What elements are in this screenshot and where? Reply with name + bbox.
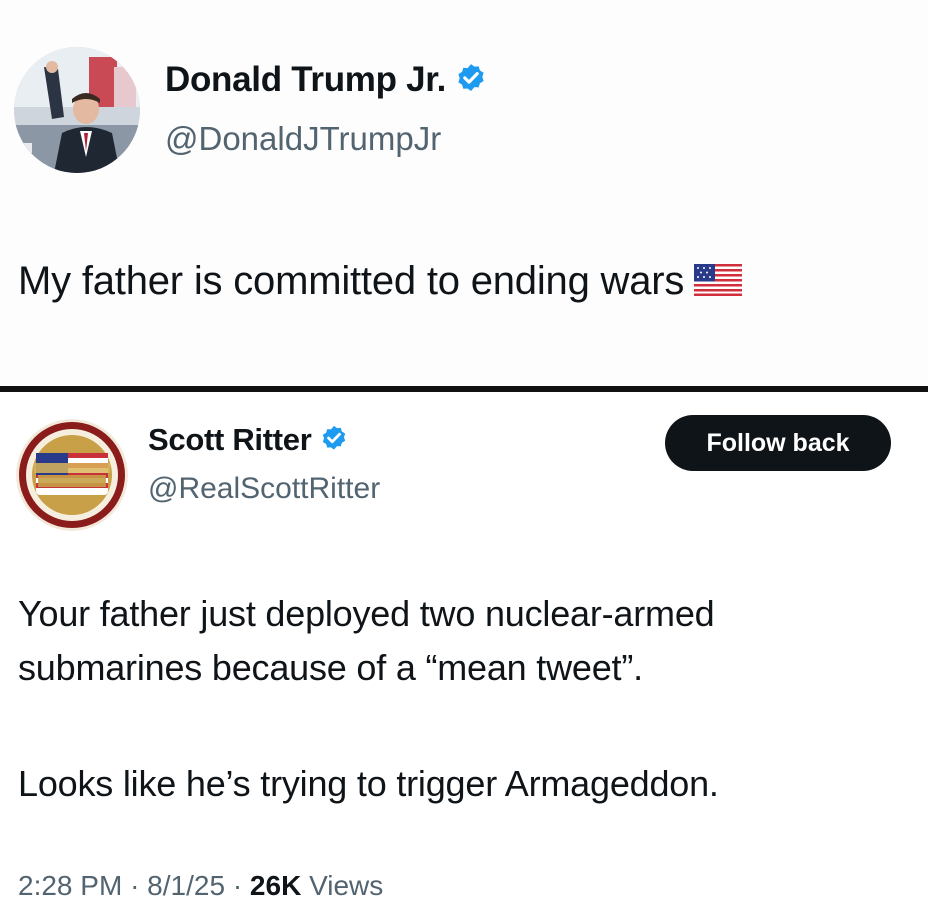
follow-back-button[interactable]: Follow back [665, 415, 891, 471]
verified-badge-icon [323, 426, 346, 450]
avatar[interactable] [14, 47, 140, 173]
author-handle[interactable]: @DonaldJTrumpJr [165, 120, 441, 158]
author-handle[interactable]: @RealScottRitter [148, 472, 380, 506]
top-tweet: Donald Trump Jr. @DonaldJTrumpJr My fath… [0, 0, 928, 386]
tweet-text-paragraph: Looks like he’s trying to trigger Armage… [18, 763, 719, 804]
avatar-photo [14, 47, 140, 173]
views-count[interactable]: 26K [250, 870, 301, 897]
tweet-text-content: My father is committed to ending wars [18, 259, 685, 303]
author-name-text: Donald Trump Jr. [165, 60, 447, 99]
tweet-time[interactable]: 2:28 PM [18, 870, 122, 897]
tweet-text: My father is committed to ending wars [18, 256, 923, 306]
meta-separator: · [130, 870, 140, 897]
tweet-text-paragraph: Your father just deployed two nuclear-ar… [18, 593, 715, 688]
avatar[interactable] [16, 419, 128, 531]
meta-separator: · [232, 870, 243, 897]
views-label: Views [309, 870, 384, 897]
verified-badge-icon [458, 63, 484, 91]
operation-dawn-logo-icon [16, 419, 128, 531]
author-name[interactable]: Scott Ritter [148, 422, 349, 458]
screenshot-composite: Donald Trump Jr. @DonaldJTrumpJr My fath… [0, 0, 928, 897]
author-name[interactable]: Donald Trump Jr. [165, 60, 488, 100]
us-flag-icon [694, 264, 743, 297]
tweet-date[interactable]: 8/1/25 [147, 870, 225, 897]
reply-tweet: Scott Ritter @RealScottRitter Follow bac… [0, 392, 928, 897]
tweet-meta: 2:28 PM · 8/1/25 · 26K Views [18, 870, 383, 897]
author-name-text: Scott Ritter [148, 422, 312, 457]
